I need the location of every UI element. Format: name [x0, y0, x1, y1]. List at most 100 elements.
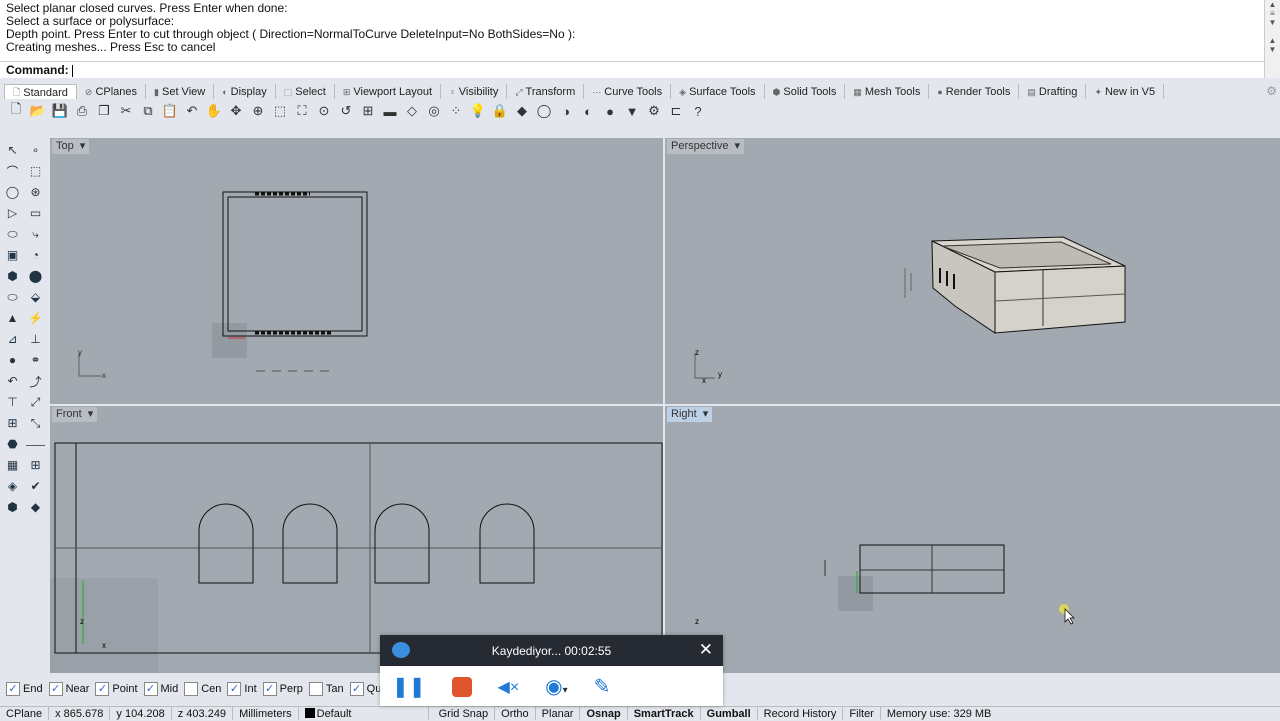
tab-solid-tools[interactable]: ⬢ Solid Tools [765, 84, 846, 99]
status-layer[interactable]: Default [299, 707, 429, 720]
lock-icon[interactable]: 🔒 [490, 101, 510, 121]
print-icon[interactable]: ⎙ [72, 101, 92, 121]
trim-tool-icon[interactable]: ⊿ [2, 329, 23, 349]
pause-button[interactable]: ❚❚ [392, 674, 426, 699]
checkbox[interactable]: ✓ [6, 682, 20, 696]
paste-icon[interactable]: 📋 [160, 101, 180, 121]
viewport-layout-icon[interactable]: ⊞ [358, 101, 378, 121]
tab-surface-tools[interactable]: ◈ Surface Tools [671, 84, 765, 99]
bulb-icon[interactable]: 💡 [468, 101, 488, 121]
scale-tool-icon[interactable]: ⊤ [2, 392, 23, 412]
tab-drafting[interactable]: ▤ Drafting [1019, 84, 1087, 99]
dimension-icon[interactable]: ⊏ [666, 101, 686, 121]
osnap-end[interactable]: ✓ End [6, 682, 43, 696]
viewport-right[interactable]: z Right ▾ [665, 406, 1280, 673]
tab-curve-tools[interactable]: ⋯ Curve Tools [584, 84, 672, 99]
checkbox[interactable]: ✓ [262, 682, 277, 696]
sphere-icon[interactable]: ● [600, 101, 620, 121]
history-scrollbar[interactable]: ▲ ≡ ▼ ▲ ▼ [1264, 0, 1280, 78]
checkbox[interactable]: ✓ [349, 682, 364, 696]
tab-select[interactable]: ⬚ Select [276, 84, 335, 99]
zoom-icon[interactable]: ⊕ [248, 101, 268, 121]
tab-visibility[interactable]: ♀ Visibility [441, 84, 508, 99]
cut-icon[interactable]: ✂ [116, 101, 136, 121]
checkbox[interactable]: ✓ [143, 682, 158, 696]
color-wheel-icon[interactable]: ◯ [534, 101, 554, 121]
copy-icon[interactable]: ⧉ [138, 101, 158, 121]
viewport-perspective[interactable]: z y x Perspective ▾ [665, 138, 1280, 404]
grid-tool-icon[interactable]: ⊞ [2, 413, 23, 433]
light-icon[interactable]: ▼ [622, 101, 642, 121]
gumball-toggle[interactable]: Gumball [701, 707, 758, 720]
cylinder-tool-icon[interactable]: ⬭ [2, 287, 23, 307]
block-tool-icon[interactable]: ▦ [2, 455, 23, 475]
osnap-cen[interactable]: Cen [184, 682, 221, 696]
material-tool-icon[interactable]: ◆ [25, 497, 46, 517]
command-line[interactable]: Command: [0, 61, 1264, 78]
boolean-tool-icon[interactable]: ▲ [2, 308, 23, 328]
checkbox[interactable]: ✓ [48, 682, 63, 696]
grid-snap-toggle[interactable]: Grid Snap [433, 707, 496, 720]
checkbox[interactable]: ✓ [95, 682, 110, 696]
tab-render-tools[interactable]: ● Render Tools [929, 84, 1020, 99]
osnap-mid[interactable]: ✓ Mid [143, 682, 178, 696]
car-icon[interactable]: ▬ [380, 101, 400, 121]
polyline-tool-icon[interactable]: ⌒ [2, 161, 23, 181]
status-cplane[interactable]: CPlane [0, 707, 50, 720]
filter-toggle[interactable]: Filter [843, 707, 881, 720]
pan-icon[interactable]: ✋ [204, 101, 224, 121]
planar-toggle[interactable]: Planar [536, 707, 581, 720]
undo-view-icon[interactable]: ↺ [336, 101, 356, 121]
analyze-tool-icon[interactable]: ◈ [2, 476, 23, 496]
status-units[interactable]: Millimeters [233, 707, 299, 720]
points-icon[interactable]: ⁘ [446, 101, 466, 121]
circle-icon[interactable]: ◎ [424, 101, 444, 121]
join-tool-icon[interactable]: ⚭ [25, 350, 46, 370]
gear-icon[interactable]: ⚙ [1266, 84, 1277, 98]
checkbox[interactable] [308, 682, 323, 696]
move-tool-icon[interactable]: ⤴ [25, 371, 46, 391]
viewport-label-top[interactable]: Top ▾ [52, 139, 90, 154]
select-tool-icon[interactable]: ↖ [2, 140, 23, 160]
close-icon[interactable]: ✕ [699, 640, 713, 660]
point-tool-icon[interactable]: ∘ [25, 140, 46, 160]
checkbox[interactable]: ✓ [227, 682, 242, 696]
tab-new-in-v5[interactable]: ✦ New in V5 [1086, 84, 1165, 99]
tab-mesh-tools[interactable]: ▦ Mesh Tools [845, 84, 930, 99]
stop-button[interactable] [451, 676, 472, 697]
array-tool-icon[interactable]: ⤢ [25, 392, 46, 412]
options-icon[interactable]: ⚙ [644, 101, 664, 121]
osnap-toggle[interactable]: Osnap [580, 707, 628, 720]
save-icon[interactable]: 💾 [50, 101, 70, 121]
help-icon[interactable]: ? [688, 101, 708, 121]
mesh-tool-icon[interactable]: ⬣ [2, 434, 23, 454]
shaded-icon[interactable]: ◑ [556, 101, 576, 121]
orient-tool-icon[interactable]: ⤡ [25, 413, 46, 433]
tab-transform[interactable]: ⤢ Transform [507, 84, 585, 99]
material-icon[interactable]: ◆ [512, 101, 532, 121]
fillet-tool-icon[interactable]: ● [2, 350, 23, 370]
zoom-selected-icon[interactable]: ⊙ [314, 101, 334, 121]
sphere-tool-icon[interactable]: ⬤ [25, 266, 46, 286]
surface-tool-icon[interactable]: ▣ [2, 245, 23, 265]
webcam-button[interactable]: ◉▾ [545, 674, 567, 699]
new-icon[interactable]: 🗋 [6, 101, 26, 121]
plane-icon[interactable]: ◇ [402, 101, 422, 121]
extrude-tool-icon[interactable]: ⬙ [25, 287, 46, 307]
tab-display[interactable]: ◐ Display [214, 84, 276, 99]
viewport-front[interactable]: z x Front ▾ [50, 406, 663, 673]
checkbox[interactable] [184, 682, 199, 696]
rotate-tool-icon[interactable]: ↶ [2, 371, 23, 391]
rotate-view-icon[interactable]: ✥ [226, 101, 246, 121]
osnap-tan[interactable]: Tan [308, 682, 344, 696]
tab-set-view[interactable]: ▮ Set View [146, 84, 215, 99]
smarttrack-toggle[interactable]: SmartTrack [628, 707, 701, 720]
ortho-toggle[interactable]: Ortho [495, 707, 536, 720]
osnap-near[interactable]: ✓ Near [48, 682, 89, 696]
rectangle-tool-icon[interactable]: ▭ [25, 203, 46, 223]
box-tool-icon[interactable]: ⬢ [2, 266, 23, 286]
import-icon[interactable]: ❐ [94, 101, 114, 121]
ellipse-tool-icon[interactable]: ⬭ [2, 224, 23, 244]
revolve-tool-icon[interactable]: ◔ [25, 245, 46, 265]
render-tool-icon[interactable]: ⬢ [2, 497, 23, 517]
